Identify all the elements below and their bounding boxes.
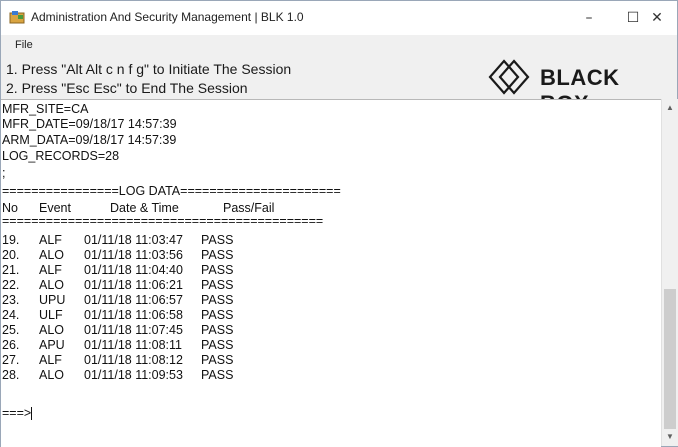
log-row-datetime: 01/11/18 11:06:58 xyxy=(84,308,183,322)
close-button[interactable]: ✕ xyxy=(635,1,678,35)
log-row-event: ULF xyxy=(39,308,63,322)
log-row-event: ALO xyxy=(39,368,65,382)
log-row: 23. UPU 01/11/18 11:06:57 PASS xyxy=(1,293,401,307)
window-title: Administration And Security Management |… xyxy=(31,10,304,24)
log-row: 24. ULF 01/11/18 11:06:58 PASS xyxy=(1,308,401,322)
log-row-no: 20. xyxy=(2,248,20,262)
log-row-result: PASS xyxy=(201,233,234,247)
log-row-result: PASS xyxy=(201,338,234,352)
log-row-event: ALO xyxy=(39,323,65,337)
log-row-result: PASS xyxy=(201,278,234,292)
log-row: 21. ALF 01/11/18 11:04:40 PASS xyxy=(1,263,401,277)
log-row-result: PASS xyxy=(201,263,234,277)
log-column-headers: No Event Date & Time Pass/Fail xyxy=(1,201,401,215)
menu-file[interactable]: File xyxy=(15,39,33,51)
vertical-scrollbar[interactable]: ▲ ▼ xyxy=(661,99,678,446)
column-header-datetime: Date & Time xyxy=(110,201,179,215)
console-line-mfr-date: MFR_DATE=09/18/17 14:57:39 xyxy=(2,117,177,131)
log-row: 27. ALF 01/11/18 11:08:12 PASS xyxy=(1,353,401,367)
log-row: 19. ALF 01/11/18 11:03:47 PASS xyxy=(1,233,401,247)
console-line-log-records: LOG_RECORDS=28 xyxy=(2,149,120,163)
console-prompt[interactable]: ===> xyxy=(2,406,33,421)
log-row-no: 19. xyxy=(2,233,20,247)
log-row-datetime: 01/11/18 11:06:21 xyxy=(84,278,183,292)
log-row-no: 25. xyxy=(2,323,20,337)
menu-bar: File xyxy=(1,35,677,55)
log-row-datetime: 01/11/18 11:03:47 xyxy=(84,233,183,247)
log-row-result: PASS xyxy=(201,293,234,307)
log-row-event: ALF xyxy=(39,353,62,367)
log-row-no: 24. xyxy=(2,308,20,322)
log-row-result: PASS xyxy=(201,368,234,382)
log-row-result: PASS xyxy=(201,353,234,367)
prompt-text: ===> xyxy=(2,406,32,420)
log-row-datetime: 01/11/18 11:08:12 xyxy=(84,353,183,367)
scrollbar-thumb[interactable] xyxy=(664,289,676,429)
log-row-event: UPU xyxy=(39,293,66,307)
console-output[interactable]: MFR_SITE=CA MFR_DATE=09/18/17 14:57:39 A… xyxy=(1,99,661,447)
app-icon xyxy=(9,11,25,24)
log-row-no: 28. xyxy=(2,368,20,382)
log-separator: ========================================… xyxy=(2,214,324,228)
log-row-event: ALO xyxy=(39,248,65,262)
log-row-datetime: 01/11/18 11:08:11 xyxy=(84,338,183,352)
log-row-datetime: 01/11/18 11:07:45 xyxy=(84,323,183,337)
scroll-down-arrow-icon[interactable]: ▼ xyxy=(666,432,674,441)
log-row-result: PASS xyxy=(201,248,234,262)
column-header-event: Event xyxy=(39,201,71,215)
log-row-no: 23. xyxy=(2,293,20,307)
app-window: Administration And Security Management |… xyxy=(0,0,678,447)
log-row: 22. ALO 01/11/18 11:06:21 PASS xyxy=(1,278,401,292)
console-line-semicolon: ; xyxy=(2,166,6,180)
log-row-no: 22. xyxy=(2,278,20,292)
log-row: 20. ALO 01/11/18 11:03:56 PASS xyxy=(1,248,401,262)
logo-diamond-icon xyxy=(488,59,530,95)
scroll-up-arrow-icon[interactable]: ▲ xyxy=(666,103,674,112)
log-row-event: ALF xyxy=(39,233,62,247)
instruction-initiate: 1. Press "Alt Alt c n f g" to Initiate T… xyxy=(6,61,292,77)
column-header-no: No xyxy=(2,201,18,215)
log-row-no: 27. xyxy=(2,353,20,367)
log-row-event: ALF xyxy=(39,263,62,277)
log-row-event: ALO xyxy=(39,278,65,292)
log-row-event: APU xyxy=(39,338,65,352)
text-caret xyxy=(31,407,33,421)
log-row: 28. ALO 01/11/18 11:09:53 PASS xyxy=(1,368,401,382)
log-row-datetime: 01/11/18 11:09:53 xyxy=(84,368,183,382)
minimize-button[interactable]: – xyxy=(567,1,611,35)
instructions-panel: 1. Press "Alt Alt c n f g" to Initiate T… xyxy=(1,55,677,116)
log-row-result: PASS xyxy=(201,323,234,337)
console-line-site: MFR_SITE=CA xyxy=(2,102,89,116)
log-row: 26. APU 01/11/18 11:08:11 PASS xyxy=(1,338,401,352)
log-row-no: 21. xyxy=(2,263,20,277)
console-line-arm-data: ARM_DATA=09/18/17 14:57:39 xyxy=(2,133,177,147)
title-bar[interactable]: Administration And Security Management |… xyxy=(1,1,677,35)
log-row-result: PASS xyxy=(201,308,234,322)
log-row-no: 26. xyxy=(2,338,20,352)
log-row-datetime: 01/11/18 11:06:57 xyxy=(84,293,183,307)
column-header-passfail: Pass/Fail xyxy=(223,201,275,215)
black-box-logo: BLACK BOX xyxy=(484,57,674,116)
log-row-datetime: 01/11/18 11:03:56 xyxy=(84,248,183,262)
instruction-end: 2. Press "Esc Esc" to End The Session xyxy=(6,80,248,96)
log-row-datetime: 01/11/18 11:04:40 xyxy=(84,263,183,277)
log-row: 25. ALO 01/11/18 11:07:45 PASS xyxy=(1,323,401,337)
log-data-banner: ================LOG DATA================… xyxy=(2,184,341,198)
